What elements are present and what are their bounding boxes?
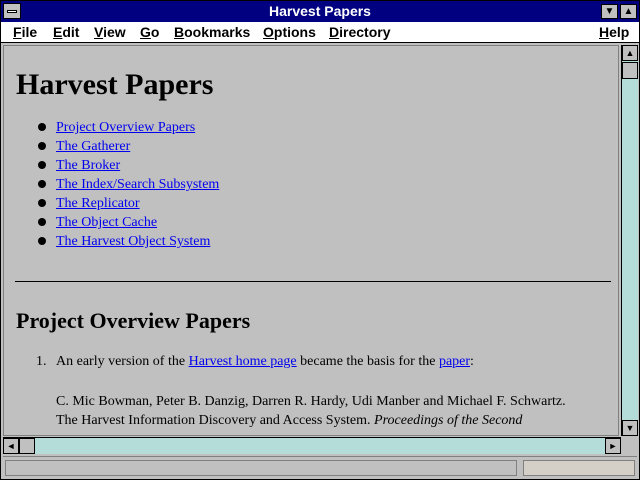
status-bar [3,456,637,478]
bullet-icon [38,199,46,207]
horizontal-scroll-thumb[interactable] [19,438,35,454]
toc-link-replicator[interactable]: The Replicator [56,196,140,211]
reference-venue: Proceedings of the Second [374,413,523,428]
item-text: An early version of the [56,354,189,369]
menu-go[interactable]: Go [140,24,159,40]
papers-list: 1. An early version of the Harvest home p… [16,354,616,370]
toc-item: The Index/Search Subsystem [38,175,616,194]
toc-item: The Gatherer [38,137,616,156]
menu-bar: File Edit View Go Bookmarks Options Dire… [1,22,639,43]
reference-authors: C. Mic Bowman, Peter B. Danzig, Darren R… [56,394,566,409]
reference-title: The Harvest Information Discovery and Ac… [56,413,371,428]
toc-item: The Broker [38,156,616,175]
menu-view[interactable]: View [94,24,126,40]
status-text [5,460,517,476]
bullet-icon [38,142,46,150]
menu-bookmarks[interactable]: Bookmarks [174,24,250,40]
bullet-icon [38,218,46,226]
toc-link-broker[interactable]: The Broker [56,158,120,173]
toc-item: Project Overview Papers [38,118,616,137]
bullet-icon [38,161,46,169]
toc-item: The Object Cache [38,213,616,232]
vertical-scrollbar[interactable]: ▲ ▼ [621,45,638,436]
toc-link-object-system[interactable]: The Harvest Object System [56,234,210,249]
item-text: became the basis for the [296,354,439,369]
minimize-button[interactable]: ▼ [601,4,618,19]
menu-options[interactable]: Options [263,24,316,40]
divider [15,281,611,282]
scroll-down-button[interactable]: ▼ [622,420,638,436]
document-view[interactable]: Harvest Papers Project Overview Papers T… [3,45,619,436]
reference-citation: C. Mic Bowman, Peter B. Danzig, Darren R… [56,392,616,430]
maximize-button[interactable]: ▲ [620,4,637,19]
toc-link-object-cache[interactable]: The Object Cache [56,215,157,230]
menu-help[interactable]: Help [599,24,629,40]
window-title: Harvest Papers [269,3,371,19]
toc-item: The Replicator [38,194,616,213]
bullet-icon [38,237,46,245]
toc-link-index-search[interactable]: The Index/Search Subsystem [56,177,219,192]
menu-file[interactable]: File [13,24,37,40]
item-text: : [470,354,474,369]
harvest-home-page-link[interactable]: Harvest home page [189,354,297,369]
scroll-left-button[interactable]: ◄ [3,438,19,454]
toc-item: The Harvest Object System [38,232,616,251]
document-body: Harvest Papers Project Overview Papers T… [15,46,616,430]
menu-directory[interactable]: Directory [329,24,390,40]
horizontal-scrollbar[interactable]: ◄ ► [3,437,621,454]
toc-list: Project Overview Papers The Gatherer The… [16,118,616,251]
page-heading: Harvest Papers [16,68,214,101]
paper-link[interactable]: paper [439,354,470,369]
vertical-scroll-thumb[interactable] [622,62,638,79]
scroll-right-button[interactable]: ► [605,438,621,454]
section-heading: Project Overview Papers [16,308,251,333]
scroll-up-button[interactable]: ▲ [622,45,638,61]
toc-link-gatherer[interactable]: The Gatherer [56,139,130,154]
bullet-icon [38,123,46,131]
title-bar: Harvest Papers ▼ ▲ [1,1,639,22]
bullet-icon [38,180,46,188]
scrollbar-corner [621,437,638,454]
browser-window: Harvest Papers ▼ ▲ File Edit View Go Boo… [0,0,640,480]
item-number: 1. [36,354,47,369]
toc-link-overview[interactable]: Project Overview Papers [56,120,195,135]
menu-edit[interactable]: Edit [53,24,79,40]
list-item: 1. An early version of the Harvest home p… [36,354,616,370]
progress-indicator [523,460,635,476]
